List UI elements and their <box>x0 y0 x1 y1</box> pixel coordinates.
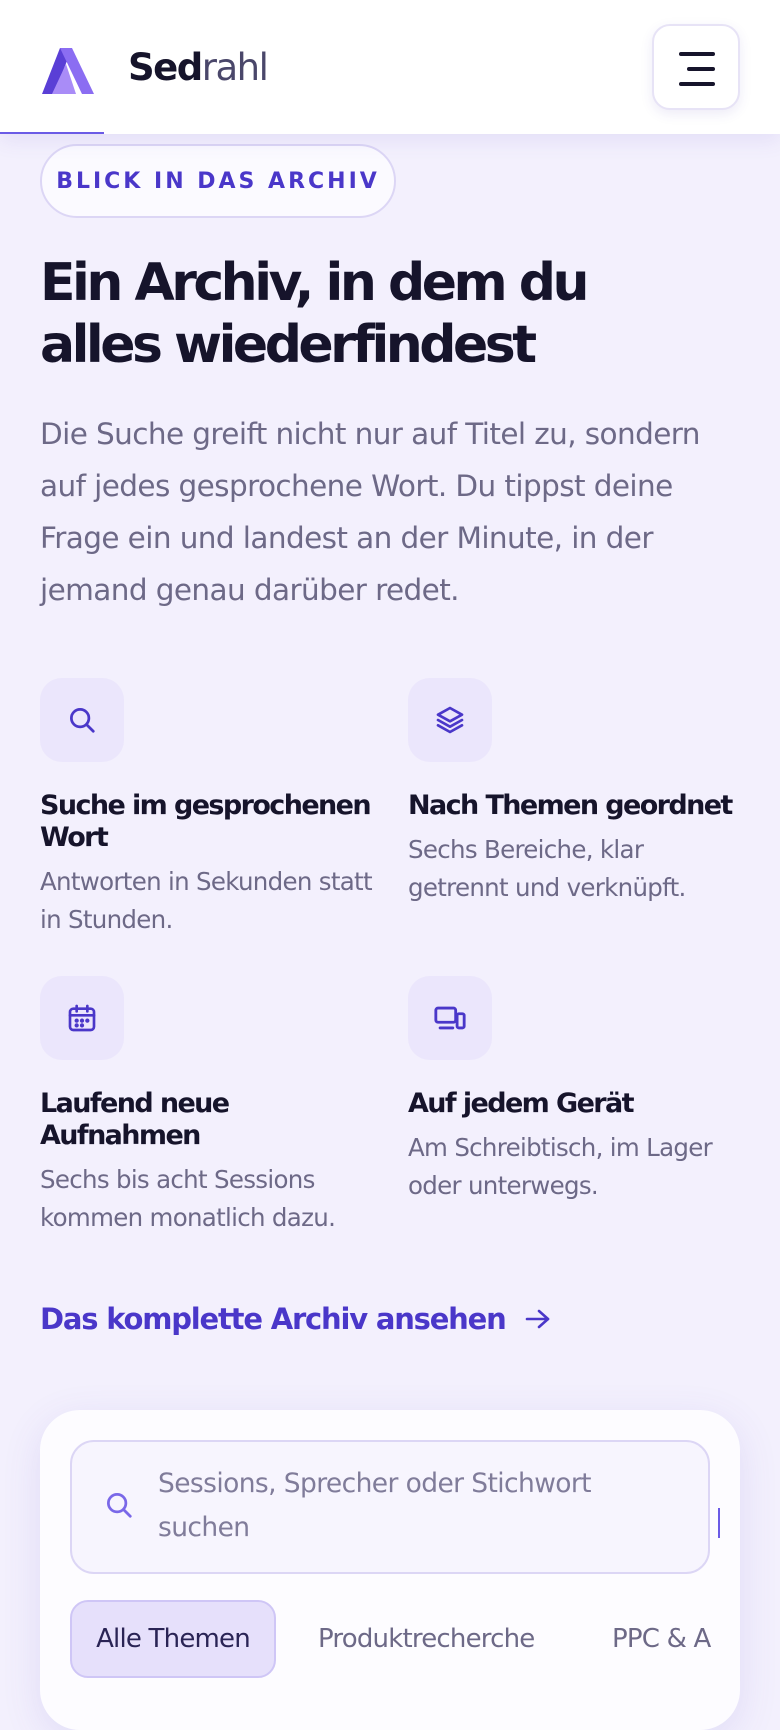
feature-description: Sechs Bereiche, klar getrennt und verknü… <box>408 835 686 902</box>
search-icon <box>107 1493 132 1518</box>
feature-title: Suche im gesprochenen Wort <box>40 790 372 853</box>
feature-topics: Nach Themen geordnet Sechs Bereiche, kla… <box>408 678 748 907</box>
brand-wordmark[interactable]: Sedrahl <box>128 44 269 92</box>
feature-title: Laufend neue Aufnahmen <box>40 1088 230 1151</box>
menu-button[interactable] <box>652 24 740 110</box>
brand-name-light: rahl <box>201 46 269 89</box>
calendar-icon <box>40 976 124 1060</box>
feature-search: Suche im gesprochenen Wort Antworten in … <box>40 678 380 939</box>
logo-icon[interactable] <box>42 40 98 94</box>
feature-devices: Auf jedem Gerät Am Schreibtisch, im Lage… <box>408 976 748 1205</box>
text-caret <box>718 1508 720 1538</box>
feature-title: Nach Themen geordnet <box>408 790 733 821</box>
feature-title: Auf jedem Gerät <box>408 1088 635 1119</box>
nav-active-indicator <box>0 132 104 134</box>
hamburger-icon-line <box>679 82 715 86</box>
eyebrow-badge: BLICK IN DAS ARCHIV <box>40 144 396 218</box>
lead-paragraph: Die Suche greift nicht nur auf Titel zu,… <box>40 417 700 607</box>
page-title: Ein Archiv, in dem du alles wiederfindes… <box>40 252 740 376</box>
site-header: Sedrahl <box>0 0 780 134</box>
page-title-line-1: Ein Archiv, in dem du <box>40 253 590 313</box>
filter-chip-ppc[interactable]: PPC & A <box>612 1600 711 1678</box>
arrow-right-icon <box>525 1309 549 1329</box>
archive-search-input[interactable]: Sessions, Sprecher oder Stichwort suchen <box>70 1440 720 1574</box>
devices-icon <box>408 976 492 1060</box>
view-archive-label: Das komplette Archiv ansehen <box>40 1302 507 1336</box>
layers-icon <box>408 678 492 762</box>
feature-description: Am Schreibtisch, im Lager oder unterwegs… <box>408 1133 713 1200</box>
hamburger-icon <box>679 52 715 56</box>
feature-new-recordings: Laufend neue Aufnahmen Sechs bis acht Se… <box>40 976 380 1237</box>
search-icon <box>40 678 124 762</box>
feature-description: Sechs bis acht Sessions kommen monatlich… <box>40 1165 336 1232</box>
hamburger-icon-line <box>687 67 715 71</box>
view-archive-link[interactable]: Das komplette Archiv ansehen <box>40 1296 552 1342</box>
filter-chip-all-topics[interactable]: Alle Themen <box>70 1600 276 1678</box>
search-placeholder: Sessions, Sprecher oder Stichwort suchen <box>158 1468 592 1543</box>
page-title-line-2: alles wiederfindest <box>40 315 537 375</box>
filter-chip-product-research[interactable]: Produktrecherche <box>318 1600 535 1678</box>
brand-name-bold: Sed <box>128 46 203 89</box>
feature-description: Antworten in Sekunden statt in Stunden. <box>40 867 373 934</box>
archive-search-card: Sessions, Sprecher oder Stichwort suchen… <box>40 1410 740 1730</box>
